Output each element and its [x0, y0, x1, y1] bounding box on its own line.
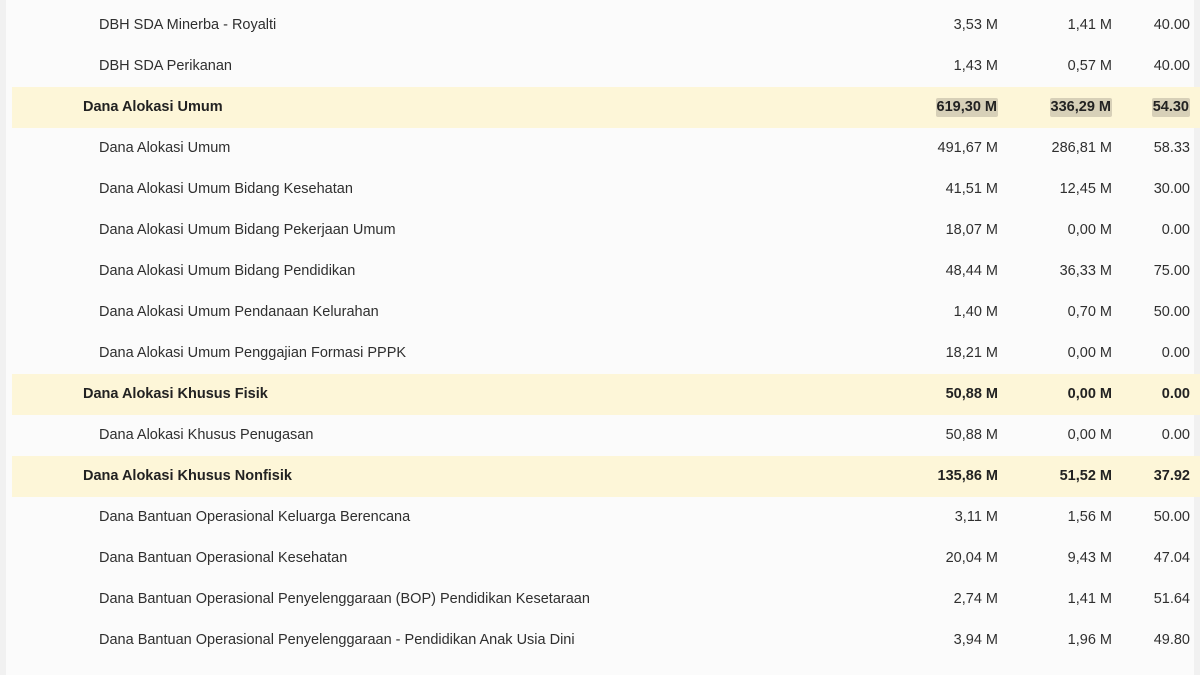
table-group-row: Dana Alokasi Khusus Fisik 50,88 M 0,00 M… [12, 374, 1200, 415]
row-label: Dana Alokasi Umum [99, 140, 231, 157]
row-percentage-value: 49.80 [1153, 632, 1190, 649]
row-budget-value: 41,51 M [945, 181, 998, 198]
row-label: Dana Alokasi Umum Bidang Kesehatan [99, 181, 353, 198]
row-label: DBH SDA Minerba - Royalti [99, 17, 277, 34]
group-percentage-value: 54.30 [1151, 98, 1190, 117]
row-percentage-value: 50.00 [1153, 509, 1190, 526]
row-percentage-value: 51.64 [1153, 591, 1190, 608]
row-realization-value: 1,56 M [1067, 509, 1112, 526]
group-label: Dana Alokasi Umum [83, 99, 223, 116]
budget-table-page: DBH SDA Minerba - Royalti 3,53 M 1,41 M … [0, 0, 1200, 675]
row-budget-value: 48,44 M [945, 263, 998, 280]
row-label: Dana Alokasi Umum Pendanaan Kelurahan [99, 304, 379, 321]
row-budget-value: 20,04 M [945, 550, 998, 567]
table-row: DBH SDA Perikanan 1,43 M 0,57 M 40.00 [12, 46, 1200, 87]
group-label: Dana Alokasi Khusus Nonfisik [83, 468, 292, 485]
table-row: Dana Alokasi Umum Penggajian Formasi PPP… [12, 333, 1200, 374]
table-row: Dana Alokasi Khusus Penugasan 50,88 M 0,… [12, 415, 1200, 456]
budget-table: DBH SDA Minerba - Royalti 3,53 M 1,41 M … [12, 5, 1200, 661]
table-group-row: Dana Alokasi Umum 619,30 M 336,29 M 54.3… [12, 87, 1200, 128]
row-percentage-value: 58.33 [1153, 140, 1190, 157]
row-budget-value: 491,67 M [937, 140, 998, 157]
table-row: Dana Bantuan Operasional Keluarga Berenc… [12, 497, 1200, 538]
row-budget-value: 3,53 M [953, 17, 998, 34]
row-budget-value: 2,74 M [953, 591, 998, 608]
group-label: Dana Alokasi Khusus Fisik [83, 386, 268, 403]
row-label: Dana Alokasi Umum Bidang Pekerjaan Umum [99, 222, 396, 239]
row-realization-value: 12,45 M [1059, 181, 1112, 198]
row-budget-value: 18,21 M [945, 345, 998, 362]
table-row: Dana Bantuan Operasional Penyelenggaraan… [12, 579, 1200, 620]
row-label: Dana Bantuan Operasional Kesehatan [99, 550, 348, 567]
row-realization-value: 1,96 M [1067, 632, 1112, 649]
table-group-row: Dana Alokasi Khusus Nonfisik 135,86 M 51… [12, 456, 1200, 497]
row-budget-value: 18,07 M [945, 222, 998, 239]
group-percentage-value: 37.92 [1153, 468, 1190, 485]
row-percentage-value: 0.00 [1161, 222, 1190, 239]
row-realization-value: 0,57 M [1067, 58, 1112, 75]
row-label: Dana Bantuan Operasional Penyelenggaraan… [99, 632, 575, 649]
table-row: DBH SDA Minerba - Royalti 3,53 M 1,41 M … [12, 5, 1200, 46]
row-percentage-value: 0.00 [1161, 345, 1190, 362]
row-percentage-value: 75.00 [1153, 263, 1190, 280]
group-budget-value: 619,30 M [935, 98, 998, 117]
row-realization-value: 36,33 M [1059, 263, 1112, 280]
row-realization-value: 0,70 M [1067, 304, 1112, 321]
row-label: Dana Alokasi Khusus Penugasan [99, 427, 314, 444]
row-budget-value: 3,94 M [953, 632, 998, 649]
group-realization-value: 336,29 M [1049, 98, 1112, 117]
table-row: Dana Alokasi Umum 491,67 M 286,81 M 58.3… [12, 128, 1200, 169]
row-percentage-value: 40.00 [1153, 17, 1190, 34]
group-percentage-value: 0.00 [1161, 386, 1190, 403]
group-realization-value: 51,52 M [1059, 468, 1112, 485]
row-percentage-value: 50.00 [1153, 304, 1190, 321]
group-realization-value: 0,00 M [1067, 386, 1112, 403]
group-budget-value: 50,88 M [945, 386, 998, 403]
row-label: Dana Alokasi Umum Bidang Pendidikan [99, 263, 356, 280]
row-realization-value: 1,41 M [1067, 591, 1112, 608]
row-realization-value: 286,81 M [1051, 140, 1112, 157]
row-realization-value: 0,00 M [1067, 345, 1112, 362]
table-row: Dana Alokasi Umum Pendanaan Kelurahan 1,… [12, 292, 1200, 333]
row-percentage-value: 47.04 [1153, 550, 1190, 567]
row-percentage-value: 30.00 [1153, 181, 1190, 198]
row-realization-value: 0,00 M [1067, 222, 1112, 239]
table-row: Dana Alokasi Umum Bidang Kesehatan 41,51… [12, 169, 1200, 210]
table-row: Dana Bantuan Operasional Kesehatan 20,04… [12, 538, 1200, 579]
row-budget-value: 3,11 M [954, 509, 998, 526]
row-label: DBH SDA Perikanan [99, 58, 232, 75]
row-budget-value: 1,43 M [953, 58, 998, 75]
row-realization-value: 1,41 M [1067, 17, 1112, 34]
row-budget-value: 50,88 M [945, 427, 998, 444]
table-row: Dana Alokasi Umum Bidang Pendidikan 48,4… [12, 251, 1200, 292]
table-row: Dana Alokasi Umum Bidang Pekerjaan Umum … [12, 210, 1200, 251]
table-row: Dana Bantuan Operasional Penyelenggaraan… [12, 620, 1200, 661]
row-label: Dana Bantuan Operasional Keluarga Berenc… [99, 509, 411, 526]
row-budget-value: 1,40 M [953, 304, 998, 321]
row-percentage-value: 40.00 [1153, 58, 1190, 75]
row-label: Dana Bantuan Operasional Penyelenggaraan… [99, 591, 590, 608]
row-realization-value: 9,43 M [1067, 550, 1112, 567]
group-budget-value: 135,86 M [937, 468, 998, 485]
row-realization-value: 0,00 M [1067, 427, 1112, 444]
row-label: Dana Alokasi Umum Penggajian Formasi PPP… [99, 345, 407, 362]
row-percentage-value: 0.00 [1161, 427, 1190, 444]
